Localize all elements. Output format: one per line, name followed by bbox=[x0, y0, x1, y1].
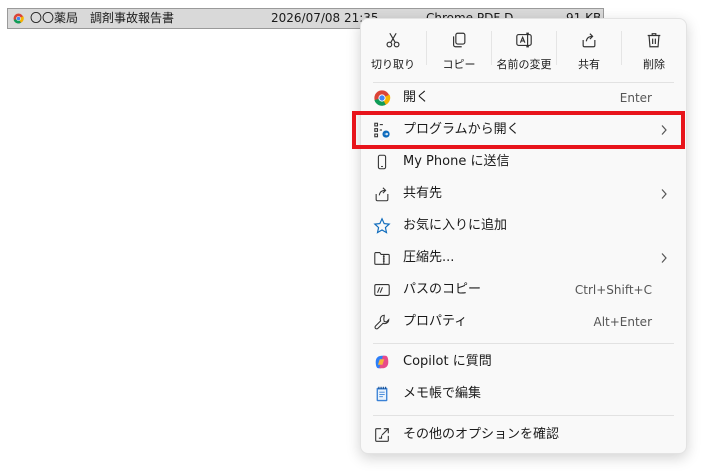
menu-item-label: メモ帳で編集 bbox=[403, 386, 482, 401]
delete-button[interactable]: 削除 bbox=[622, 25, 686, 77]
menu-item-label: パスのコピー bbox=[403, 282, 482, 297]
zip-folder-icon bbox=[374, 252, 390, 265]
rename-button[interactable]: 名前の変更 bbox=[492, 25, 556, 77]
menu-item-shortcut: Ctrl+Shift+C bbox=[574, 283, 652, 297]
share-label: 共有 bbox=[578, 58, 600, 71]
star-icon bbox=[373, 217, 391, 234]
scissors-icon bbox=[386, 32, 400, 48]
chevron-right-icon bbox=[661, 253, 667, 263]
delete-label: 削除 bbox=[643, 58, 665, 71]
menu-item-open[interactable]: 開く Enter bbox=[365, 83, 682, 113]
copilot-icon bbox=[375, 355, 389, 369]
menu-item-label: 圧縮先... bbox=[403, 250, 455, 265]
menu-item-compress-to[interactable]: 圧縮先... bbox=[365, 243, 682, 273]
path-icon bbox=[374, 284, 390, 296]
menu-item-shortcut: Enter bbox=[619, 91, 652, 105]
menu-item-share-to[interactable]: 共有先 bbox=[365, 179, 682, 209]
menu-item-label: 開く bbox=[403, 90, 430, 105]
chrome-icon bbox=[13, 13, 24, 24]
share-button[interactable]: 共有 bbox=[557, 25, 621, 77]
menu-item-edit-notepad[interactable]: メモ帳で編集 bbox=[365, 379, 682, 409]
menu-item-add-favorites[interactable]: お気に入りに追加 bbox=[365, 211, 682, 241]
more-options-icon bbox=[375, 428, 389, 442]
menu-item-label: 共有先 bbox=[403, 186, 443, 201]
menu-item-properties[interactable]: プロパティ Alt+Enter bbox=[365, 307, 682, 337]
share-icon bbox=[375, 187, 389, 202]
copy-label: コピー bbox=[442, 58, 476, 71]
menu-divider bbox=[373, 343, 674, 344]
menu-item-send-to-phone[interactable]: My Phone に送信 bbox=[365, 147, 682, 177]
menu-divider bbox=[373, 415, 674, 416]
menu-item-label: Copilot に質問 bbox=[403, 354, 492, 369]
cut-label: 切り取り bbox=[371, 58, 415, 71]
menu-item-copy-path[interactable]: パスのコピー Ctrl+Shift+C bbox=[365, 275, 682, 305]
menu-item-more-options[interactable]: その他のオプションを確認 bbox=[365, 420, 682, 450]
cut-button[interactable]: 切り取り bbox=[361, 25, 425, 77]
phone-icon bbox=[377, 154, 387, 170]
rename-icon bbox=[516, 32, 532, 48]
menu-item-label: My Phone に送信 bbox=[403, 154, 510, 169]
copy-button[interactable]: コピー bbox=[427, 25, 491, 77]
copy-icon bbox=[453, 32, 466, 48]
trash-icon bbox=[647, 33, 661, 48]
rename-label: 名前の変更 bbox=[496, 58, 552, 71]
notepad-icon bbox=[376, 386, 388, 402]
highlight-box bbox=[352, 111, 685, 149]
menu-item-label: プロパティ bbox=[403, 314, 468, 329]
menu-item-label: その他のオプションを確認 bbox=[403, 427, 560, 442]
chevron-right-icon bbox=[661, 189, 667, 199]
wrench-icon bbox=[374, 314, 390, 330]
share-icon bbox=[582, 33, 596, 48]
context-menu: 切り取り コピー 名前の変更 共有 削除 開く Enter プログラムから開く … bbox=[360, 18, 687, 454]
menu-item-label: お気に入りに追加 bbox=[403, 218, 508, 233]
menu-item-shortcut: Alt+Enter bbox=[593, 315, 652, 329]
chrome-icon bbox=[374, 90, 391, 106]
quick-actions-bar: 切り取り コピー 名前の変更 共有 削除 bbox=[361, 19, 686, 81]
menu-item-ask-copilot[interactable]: Copilot に質問 bbox=[365, 347, 682, 377]
file-name: 〇〇薬局 調剤事故報告書 bbox=[30, 11, 175, 25]
